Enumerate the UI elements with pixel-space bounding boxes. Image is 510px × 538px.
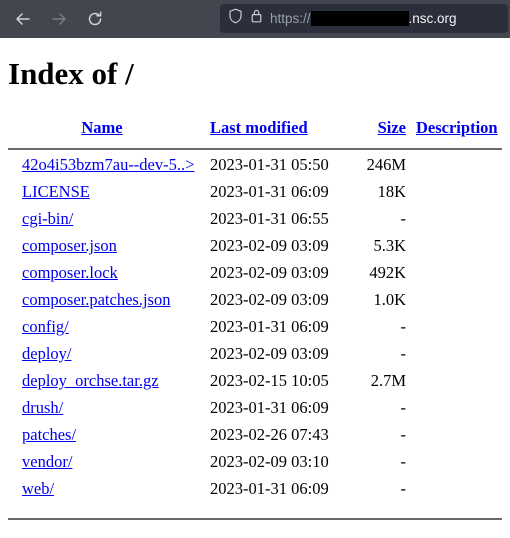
file-name-cell: composer.patches.json [22, 290, 210, 310]
url-text: https:// .nsc.org [270, 11, 457, 26]
last-modified-cell: 2023-01-31 06:09 [210, 398, 329, 417]
url-scheme: https:// [270, 11, 311, 26]
directory-listing: Name Last modified Size Description 42o4… [0, 118, 510, 520]
directory-index-page: Index of / Name Last modified Size Descr… [0, 56, 510, 520]
last-modified-cell: 2023-02-09 03:09 [210, 236, 329, 255]
file-link[interactable]: LICENSE [22, 182, 90, 201]
file-link[interactable]: composer.lock [22, 263, 118, 282]
table-row: LICENSE 2023-01-31 06:09 18K [0, 182, 510, 209]
sort-by-description-link[interactable]: Description [416, 118, 498, 137]
file-link[interactable]: composer.patches.json [22, 290, 170, 309]
table-row: vendor/2023-02-09 03:10 - [0, 452, 510, 479]
arrow-right-icon [50, 10, 68, 28]
table-row: web/2023-01-31 06:09 - [0, 479, 510, 506]
last-modified-cell: 2023-01-31 06:55 [210, 209, 329, 228]
size-cell: 2.7M [370, 371, 406, 390]
size-cell: 1.0K [373, 290, 406, 309]
sort-by-size-link[interactable]: Size [378, 118, 406, 137]
size-cell: 492K [369, 263, 406, 282]
table-row: composer.lock 2023-02-09 03:09 492K [0, 263, 510, 290]
file-name-cell: config/ [22, 317, 210, 337]
sort-by-last-modified-link[interactable]: Last modified [210, 118, 308, 137]
file-link[interactable]: web/ [22, 479, 54, 498]
table-row: 42o4i53bzm7au--dev-5..> 2023-01-31 05:50 2… [0, 155, 510, 182]
file-link[interactable]: composer.json [22, 236, 117, 255]
listing-rows: 42o4i53bzm7au--dev-5..> 2023-01-31 05:50 2… [0, 155, 510, 506]
table-row: deploy_orchse.tar.gz 2023-02-15 10:05 2.7M [0, 371, 510, 398]
column-header-description-cell: Description [406, 118, 510, 138]
file-name-cell: deploy/ [22, 344, 210, 364]
last-modified-cell: 2023-01-31 06:09 [210, 479, 329, 498]
size-cell: - [400, 452, 407, 471]
file-name-cell: deploy_orchse.tar.gz [22, 371, 210, 391]
file-name-cell: 42o4i53bzm7au--dev-5..> [22, 155, 210, 175]
size-cell: - [400, 317, 407, 336]
padlock-icon[interactable] [250, 8, 263, 29]
column-header-name-cell: Name [22, 118, 210, 138]
size-cell: - [400, 344, 407, 363]
last-modified-cell: 2023-02-09 03:10 [210, 452, 329, 471]
column-header-date-cell: Last modified [210, 118, 362, 138]
file-link[interactable]: 42o4i53bzm7au--dev-5..> [22, 155, 194, 174]
last-modified-cell: 2023-02-09 03:09 [210, 263, 329, 282]
url-redacted-domain [310, 11, 409, 26]
navigation-buttons [8, 5, 110, 33]
table-row: drush/2023-01-31 06:09 - [0, 398, 510, 425]
file-link[interactable]: deploy/ [22, 344, 72, 363]
browser-toolbar: https:// .nsc.org [0, 0, 510, 38]
url-host: .nsc.org [408, 11, 457, 26]
size-cell: 246M [366, 155, 406, 174]
file-name-cell: composer.json [22, 236, 210, 256]
size-cell: - [400, 425, 407, 444]
size-cell: - [400, 398, 407, 417]
size-cell: - [400, 479, 407, 498]
footer-divider [8, 518, 502, 520]
column-header-size-cell: Size [362, 118, 406, 138]
page-title: Index of / [8, 56, 134, 91]
size-cell: 5.3K [373, 236, 406, 255]
file-name-cell: drush/ [22, 398, 210, 418]
last-modified-cell: 2023-01-31 06:09 [210, 182, 329, 201]
table-row: patches/2023-02-26 07:43 - [0, 425, 510, 452]
listing-header-row: Name Last modified Size Description [0, 118, 510, 142]
file-link[interactable]: config/ [22, 317, 69, 336]
size-cell: 18K [377, 182, 406, 201]
file-name-cell: LICENSE [22, 182, 210, 202]
back-button[interactable] [8, 5, 38, 33]
reload-icon [86, 10, 104, 28]
table-row: composer.patches.json 2023-02-09 03:09 1.0… [0, 290, 510, 317]
size-cell: - [400, 209, 407, 228]
file-link[interactable]: vendor/ [22, 452, 72, 471]
last-modified-cell: 2023-02-09 03:09 [210, 290, 329, 309]
shield-icon[interactable] [228, 8, 243, 29]
file-link[interactable]: drush/ [22, 398, 63, 417]
table-row: config/2023-01-31 06:09 - [0, 317, 510, 344]
forward-button[interactable] [44, 5, 74, 33]
last-modified-cell: 2023-01-31 05:50 [210, 155, 329, 174]
header-divider [8, 148, 502, 150]
file-link[interactable]: deploy_orchse.tar.gz [22, 371, 159, 390]
reload-button[interactable] [80, 5, 110, 33]
last-modified-cell: 2023-02-09 03:09 [210, 344, 329, 363]
table-row: cgi-bin/2023-01-31 06:55 - [0, 209, 510, 236]
table-row: composer.json 2023-02-09 03:09 5.3K [0, 236, 510, 263]
last-modified-cell: 2023-01-31 06:09 [210, 317, 329, 336]
file-link[interactable]: cgi-bin/ [22, 209, 73, 228]
file-name-cell: web/ [22, 479, 210, 499]
last-modified-cell: 2023-02-15 10:05 [210, 371, 329, 390]
sort-by-name-link[interactable]: Name [81, 118, 122, 137]
address-bar[interactable]: https:// .nsc.org [220, 4, 508, 33]
table-row: deploy/2023-02-09 03:09 - [0, 344, 510, 371]
file-name-cell: composer.lock [22, 263, 210, 283]
file-name-cell: vendor/ [22, 452, 210, 472]
arrow-left-icon [14, 10, 32, 28]
file-name-cell: patches/ [22, 425, 210, 445]
file-name-cell: cgi-bin/ [22, 209, 210, 229]
last-modified-cell: 2023-02-26 07:43 [210, 425, 329, 444]
file-link[interactable]: patches/ [22, 425, 76, 444]
